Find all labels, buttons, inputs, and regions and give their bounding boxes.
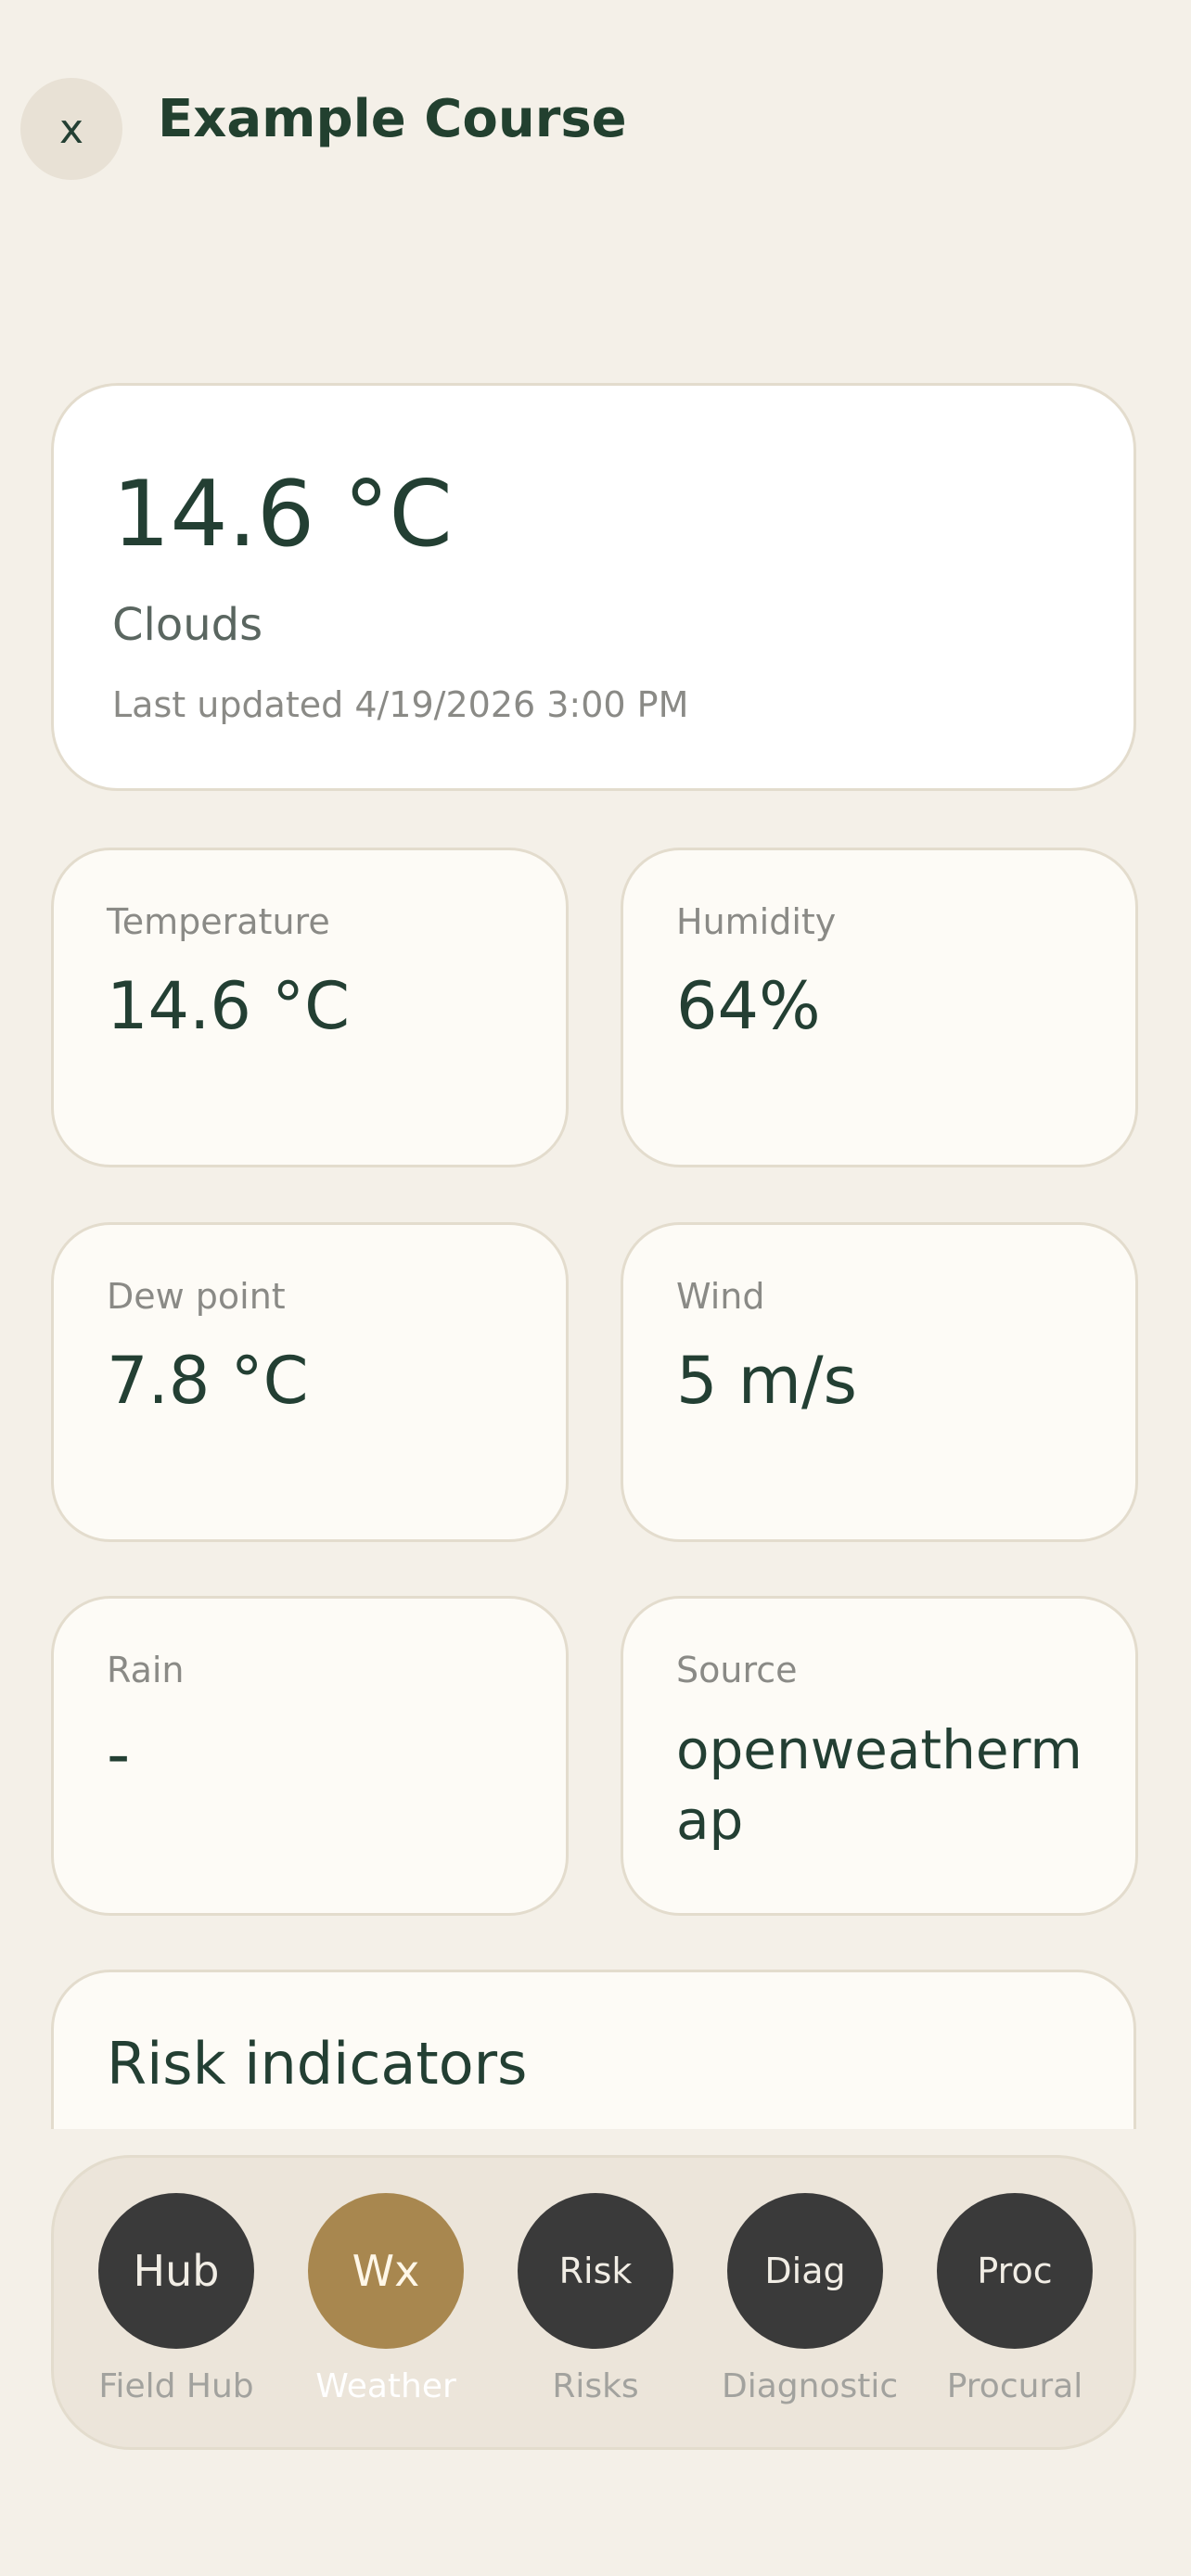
metric-card-dew-point: Dew point 7.8 °C: [51, 1222, 569, 1542]
current-weather-card: 14.6 °C Clouds Last updated 4/19/2026 3:…: [51, 383, 1136, 791]
risk-icon: Risk: [518, 2193, 673, 2349]
metric-label: Rain: [107, 1650, 185, 1690]
metric-card-rain: Rain -: [51, 1596, 569, 1916]
metric-card-humidity: Humidity 64%: [621, 848, 1138, 1167]
metric-value: openweathermap: [676, 1718, 1082, 1852]
nav-item-field-hub[interactable]: Hub Field Hub: [93, 2193, 260, 2405]
metric-label: Wind: [676, 1276, 765, 1317]
page-title: Example Course: [158, 89, 627, 149]
risk-indicators-title: Risk indicators: [107, 2030, 528, 2098]
nav-label: Weather: [315, 2367, 456, 2405]
current-temperature: 14.6 °C: [112, 462, 453, 567]
nav-label: Procural: [946, 2367, 1083, 2405]
last-updated: Last updated 4/19/2026 3:00 PM: [112, 684, 689, 725]
metric-value: 64%: [676, 968, 821, 1044]
bottom-navigation: Hub Field Hub Wx Weather Risk Risks Diag…: [51, 2155, 1136, 2450]
metric-label: Humidity: [676, 901, 837, 942]
nav-label: Field Hub: [98, 2367, 254, 2405]
weather-icon: Wx: [308, 2193, 464, 2349]
diagnostic-icon: Diag: [727, 2193, 883, 2349]
nav-item-diagnostic[interactable]: Diag Diagnostic: [722, 2193, 899, 2405]
nav-item-weather[interactable]: Wx Weather: [302, 2193, 469, 2405]
metric-value: 7.8 °C: [107, 1343, 309, 1419]
metric-value: -: [107, 1716, 131, 1792]
weather-condition: Clouds: [112, 599, 263, 651]
nav-label: Diagnostic: [722, 2367, 899, 2405]
nav-label: Risks: [552, 2367, 639, 2405]
metric-label: Dew point: [107, 1276, 286, 1317]
metric-label: Temperature: [107, 901, 330, 942]
metric-value: 14.6 °C: [107, 968, 350, 1044]
procural-icon: Proc: [937, 2193, 1093, 2349]
nav-item-risks[interactable]: Risk Risks: [512, 2193, 679, 2405]
close-button[interactable]: x: [20, 78, 122, 180]
metric-card-source: Source openweathermap: [621, 1596, 1138, 1916]
metric-card-temperature: Temperature 14.6 °C: [51, 848, 569, 1167]
metric-card-wind: Wind 5 m/s: [621, 1222, 1138, 1542]
nav-item-procural[interactable]: Proc Procural: [931, 2193, 1098, 2405]
metric-value: 5 m/s: [676, 1343, 858, 1419]
hub-icon: Hub: [98, 2193, 254, 2349]
header: x Example Course: [0, 0, 1191, 250]
metric-label: Source: [676, 1650, 798, 1690]
